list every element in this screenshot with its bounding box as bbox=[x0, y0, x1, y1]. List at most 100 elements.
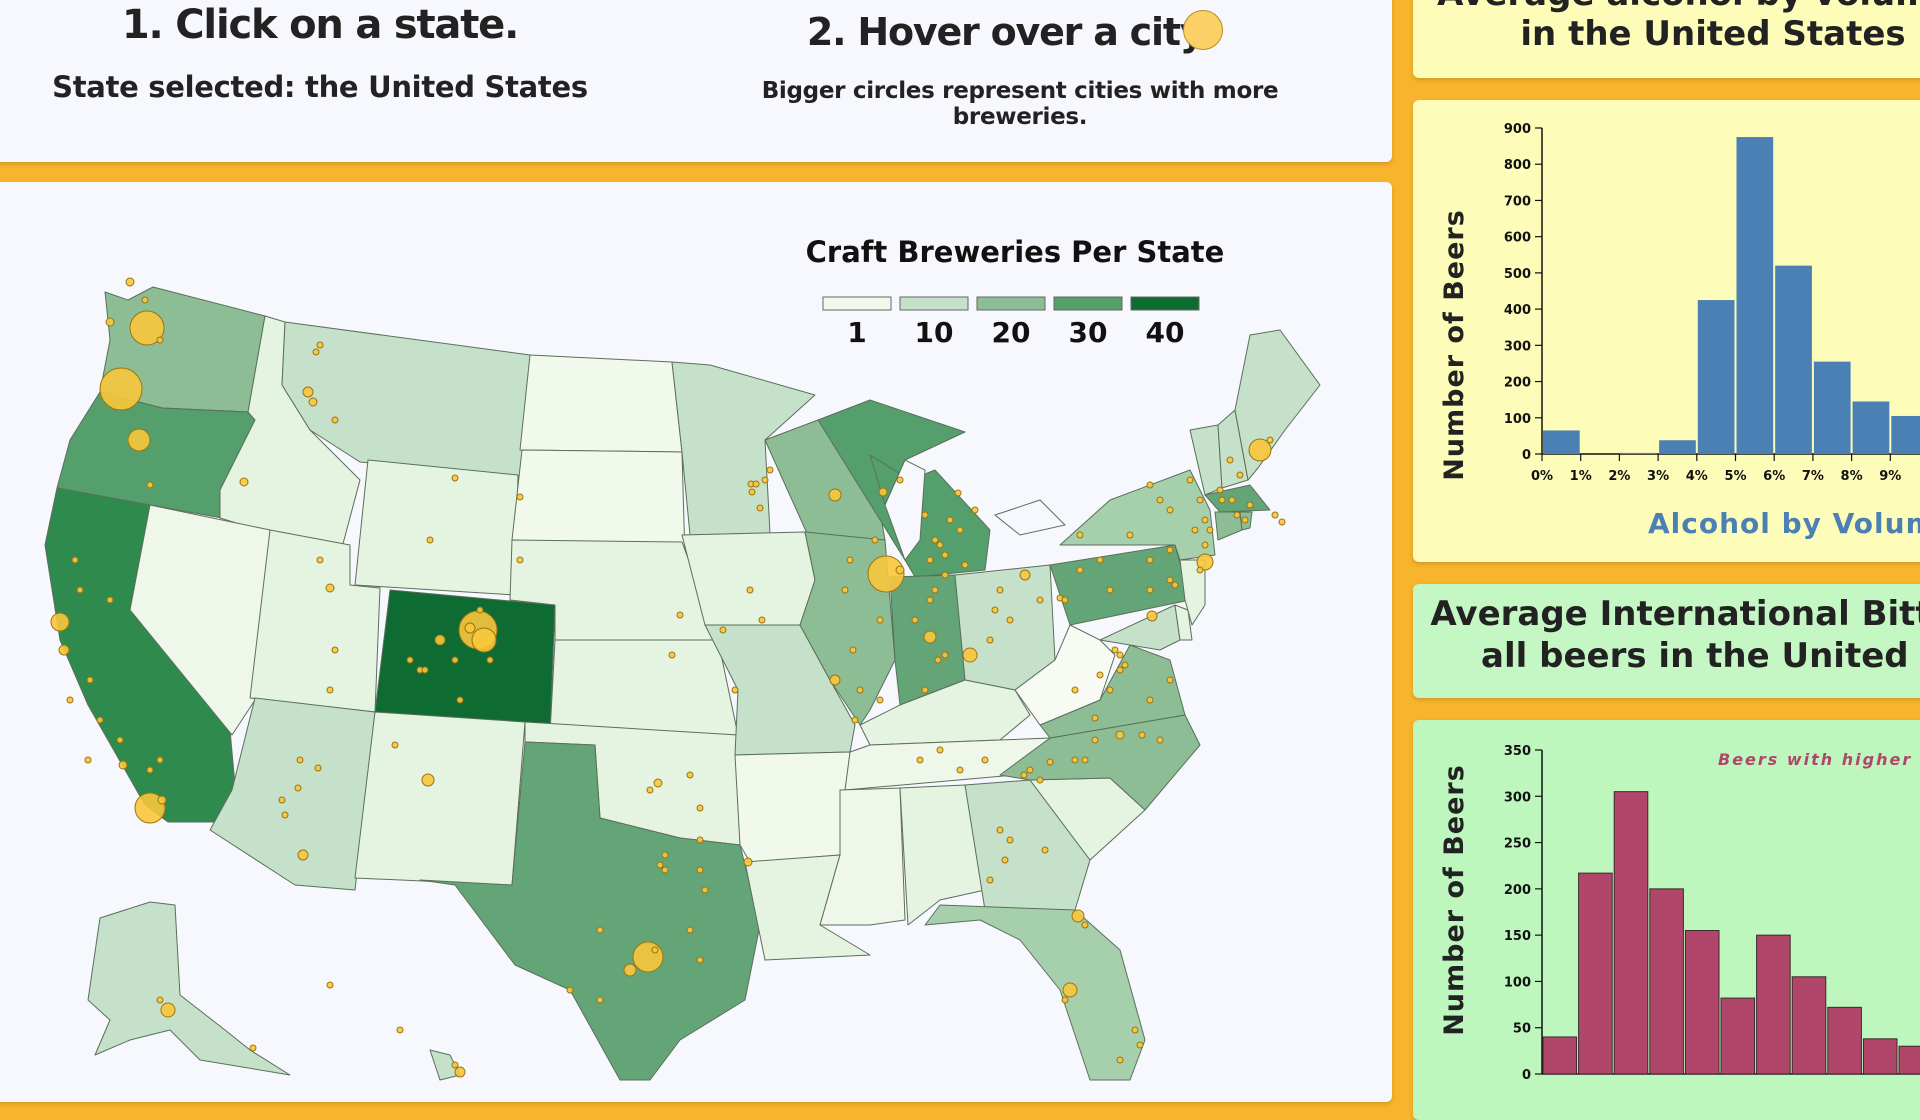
city-marker[interactable] bbox=[632, 941, 664, 973]
city-marker[interactable] bbox=[1116, 1056, 1124, 1064]
abv-bar[interactable] bbox=[1736, 137, 1774, 455]
city-marker[interactable] bbox=[71, 556, 79, 564]
city-marker[interactable] bbox=[731, 686, 739, 694]
city-marker[interactable] bbox=[941, 571, 949, 579]
city-marker[interactable] bbox=[454, 1066, 466, 1078]
city-marker[interactable] bbox=[1111, 646, 1119, 654]
city-marker[interactable] bbox=[1081, 756, 1089, 764]
city-marker[interactable] bbox=[76, 586, 84, 594]
city-marker[interactable] bbox=[1071, 686, 1079, 694]
city-marker[interactable] bbox=[653, 778, 663, 788]
abv-bar[interactable] bbox=[1659, 440, 1696, 454]
city-marker[interactable] bbox=[302, 386, 314, 398]
city-marker[interactable] bbox=[86, 676, 94, 684]
city-marker[interactable] bbox=[486, 656, 494, 664]
city-marker[interactable] bbox=[1206, 526, 1214, 534]
city-marker[interactable] bbox=[996, 826, 1004, 834]
ibu-bar[interactable] bbox=[1720, 997, 1756, 1075]
city-marker[interactable] bbox=[696, 956, 704, 964]
city-marker[interactable] bbox=[1041, 846, 1049, 854]
ibu-bar[interactable] bbox=[1578, 872, 1613, 1075]
city-marker[interactable] bbox=[294, 784, 302, 792]
state-new-york[interactable] bbox=[1059, 469, 1216, 561]
city-marker[interactable] bbox=[986, 636, 994, 644]
city-marker[interactable] bbox=[962, 647, 978, 663]
city-marker[interactable] bbox=[1115, 730, 1125, 740]
city-marker[interactable] bbox=[1266, 436, 1274, 444]
state-kentucky[interactable] bbox=[859, 679, 1031, 746]
city-marker[interactable] bbox=[668, 651, 676, 659]
city-marker[interactable] bbox=[849, 646, 857, 654]
state-kansas[interactable] bbox=[549, 639, 739, 736]
city-marker[interactable] bbox=[297, 849, 309, 861]
city-marker[interactable] bbox=[719, 626, 727, 634]
city-marker[interactable] bbox=[471, 627, 497, 653]
city-marker[interactable] bbox=[1228, 496, 1236, 504]
city-marker[interactable] bbox=[1166, 576, 1174, 584]
state-north-dakota[interactable] bbox=[519, 354, 683, 453]
city-marker[interactable] bbox=[1061, 596, 1069, 604]
city-marker[interactable] bbox=[756, 504, 764, 512]
city-marker[interactable] bbox=[1020, 771, 1028, 779]
city-marker[interactable] bbox=[1246, 501, 1254, 509]
state-arkansas[interactable] bbox=[734, 751, 851, 863]
city-marker[interactable] bbox=[96, 716, 104, 724]
city-marker[interactable] bbox=[895, 565, 905, 575]
city-marker[interactable] bbox=[156, 336, 164, 344]
city-marker[interactable] bbox=[1196, 566, 1204, 574]
city-marker[interactable] bbox=[1233, 511, 1241, 519]
city-marker[interactable] bbox=[1201, 541, 1209, 549]
city-marker[interactable] bbox=[316, 556, 324, 564]
city-marker[interactable] bbox=[1091, 714, 1099, 722]
city-marker[interactable] bbox=[686, 771, 694, 779]
ibu-bar[interactable] bbox=[1862, 1038, 1898, 1075]
city-marker[interactable] bbox=[1062, 982, 1078, 998]
city-marker[interactable] bbox=[1096, 556, 1104, 564]
city-marker[interactable] bbox=[84, 756, 92, 764]
city-marker[interactable] bbox=[1138, 731, 1146, 739]
city-marker[interactable] bbox=[1236, 471, 1244, 479]
city-marker[interactable] bbox=[156, 996, 164, 1004]
city-marker[interactable] bbox=[331, 646, 339, 654]
city-marker[interactable] bbox=[651, 946, 659, 954]
city-marker[interactable] bbox=[941, 551, 949, 559]
city-marker[interactable] bbox=[325, 583, 335, 593]
city-marker[interactable] bbox=[981, 756, 989, 764]
city-marker[interactable] bbox=[871, 536, 879, 544]
city-marker[interactable] bbox=[1026, 766, 1034, 774]
city-marker[interactable] bbox=[758, 616, 766, 624]
city-marker[interactable] bbox=[296, 756, 304, 764]
state-wyoming[interactable] bbox=[354, 459, 519, 596]
city-marker[interactable] bbox=[686, 926, 694, 934]
city-marker[interactable] bbox=[125, 277, 135, 287]
city-marker[interactable] bbox=[146, 766, 154, 774]
ibu-bar[interactable] bbox=[1684, 930, 1720, 1075]
city-marker[interactable] bbox=[50, 612, 70, 632]
city-marker[interactable] bbox=[596, 996, 604, 1004]
city-marker[interactable] bbox=[828, 488, 842, 502]
city-marker[interactable] bbox=[876, 616, 884, 624]
city-marker[interactable] bbox=[921, 686, 929, 694]
state-alaska[interactable] bbox=[87, 901, 291, 1076]
city-marker[interactable] bbox=[1146, 556, 1154, 564]
city-marker[interactable] bbox=[331, 416, 339, 424]
city-marker[interactable] bbox=[1278, 518, 1286, 526]
city-marker[interactable] bbox=[326, 686, 334, 694]
city-marker[interactable] bbox=[926, 556, 934, 564]
city-marker[interactable] bbox=[326, 981, 334, 989]
city-marker[interactable] bbox=[931, 586, 939, 594]
city-marker[interactable] bbox=[1126, 531, 1134, 539]
city-marker[interactable] bbox=[961, 561, 969, 569]
state-iowa[interactable] bbox=[681, 531, 816, 626]
city-marker[interactable] bbox=[157, 795, 167, 805]
city-marker[interactable] bbox=[623, 963, 637, 977]
city-marker[interactable] bbox=[1146, 610, 1158, 622]
city-marker[interactable] bbox=[851, 716, 859, 724]
city-marker[interactable] bbox=[316, 341, 324, 349]
city-marker[interactable] bbox=[426, 536, 434, 544]
city-marker[interactable] bbox=[456, 696, 464, 704]
city-marker[interactable] bbox=[308, 397, 318, 407]
city-marker[interactable] bbox=[596, 926, 604, 934]
city-marker[interactable] bbox=[421, 666, 429, 674]
city-marker[interactable] bbox=[1216, 486, 1224, 494]
